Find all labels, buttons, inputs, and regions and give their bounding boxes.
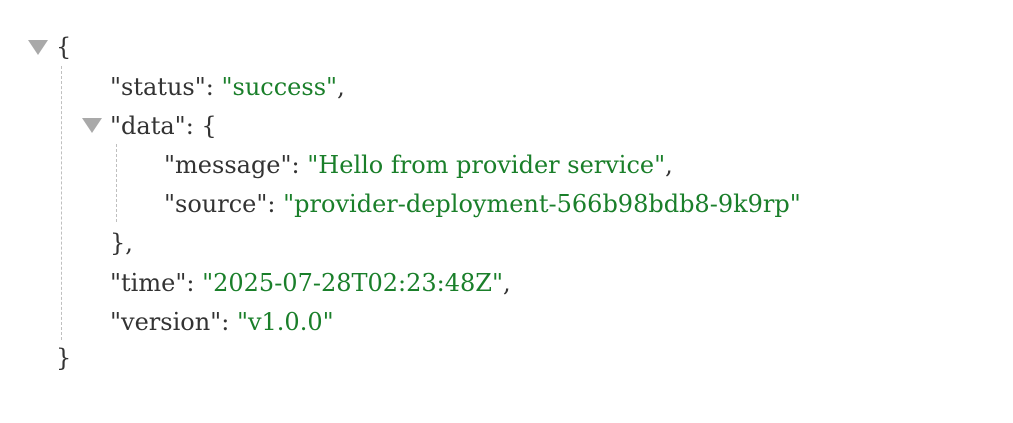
status-value: "success"	[221, 73, 338, 101]
data-close-brace: },	[110, 229, 133, 257]
root-open-brace: {	[56, 33, 72, 61]
time-entry: "time": "2025-07-28T02:23:48Z",	[110, 269, 511, 297]
status-key: "status"	[110, 73, 206, 101]
message-value: "Hello from provider service"	[307, 151, 666, 179]
source-entry: "source": "provider-deployment-566b98bdb…	[164, 190, 801, 218]
message-entry: "message": "Hello from provider service"…	[164, 151, 673, 179]
data-key: "data"	[110, 112, 186, 140]
collapse-toggle-icon[interactable]	[28, 40, 48, 55]
version-entry: "version": "v1.0.0"	[110, 308, 334, 336]
time-key: "time"	[110, 269, 187, 297]
time-value: "2025-07-28T02:23:48Z"	[202, 269, 504, 297]
source-value: "provider-deployment-566b98bdb8-9k9rp"	[283, 190, 801, 218]
message-key: "message"	[164, 151, 292, 179]
data-entry: "data": {	[110, 112, 217, 140]
status-entry: "status": "success",	[110, 73, 345, 101]
version-value: "v1.0.0"	[236, 308, 334, 336]
collapse-toggle-icon[interactable]	[82, 118, 102, 133]
root-indent-guide	[61, 66, 62, 340]
version-key: "version"	[110, 308, 222, 336]
root-close-brace: }	[56, 344, 72, 372]
source-key: "source"	[164, 190, 268, 218]
data-indent-guide	[116, 144, 117, 222]
